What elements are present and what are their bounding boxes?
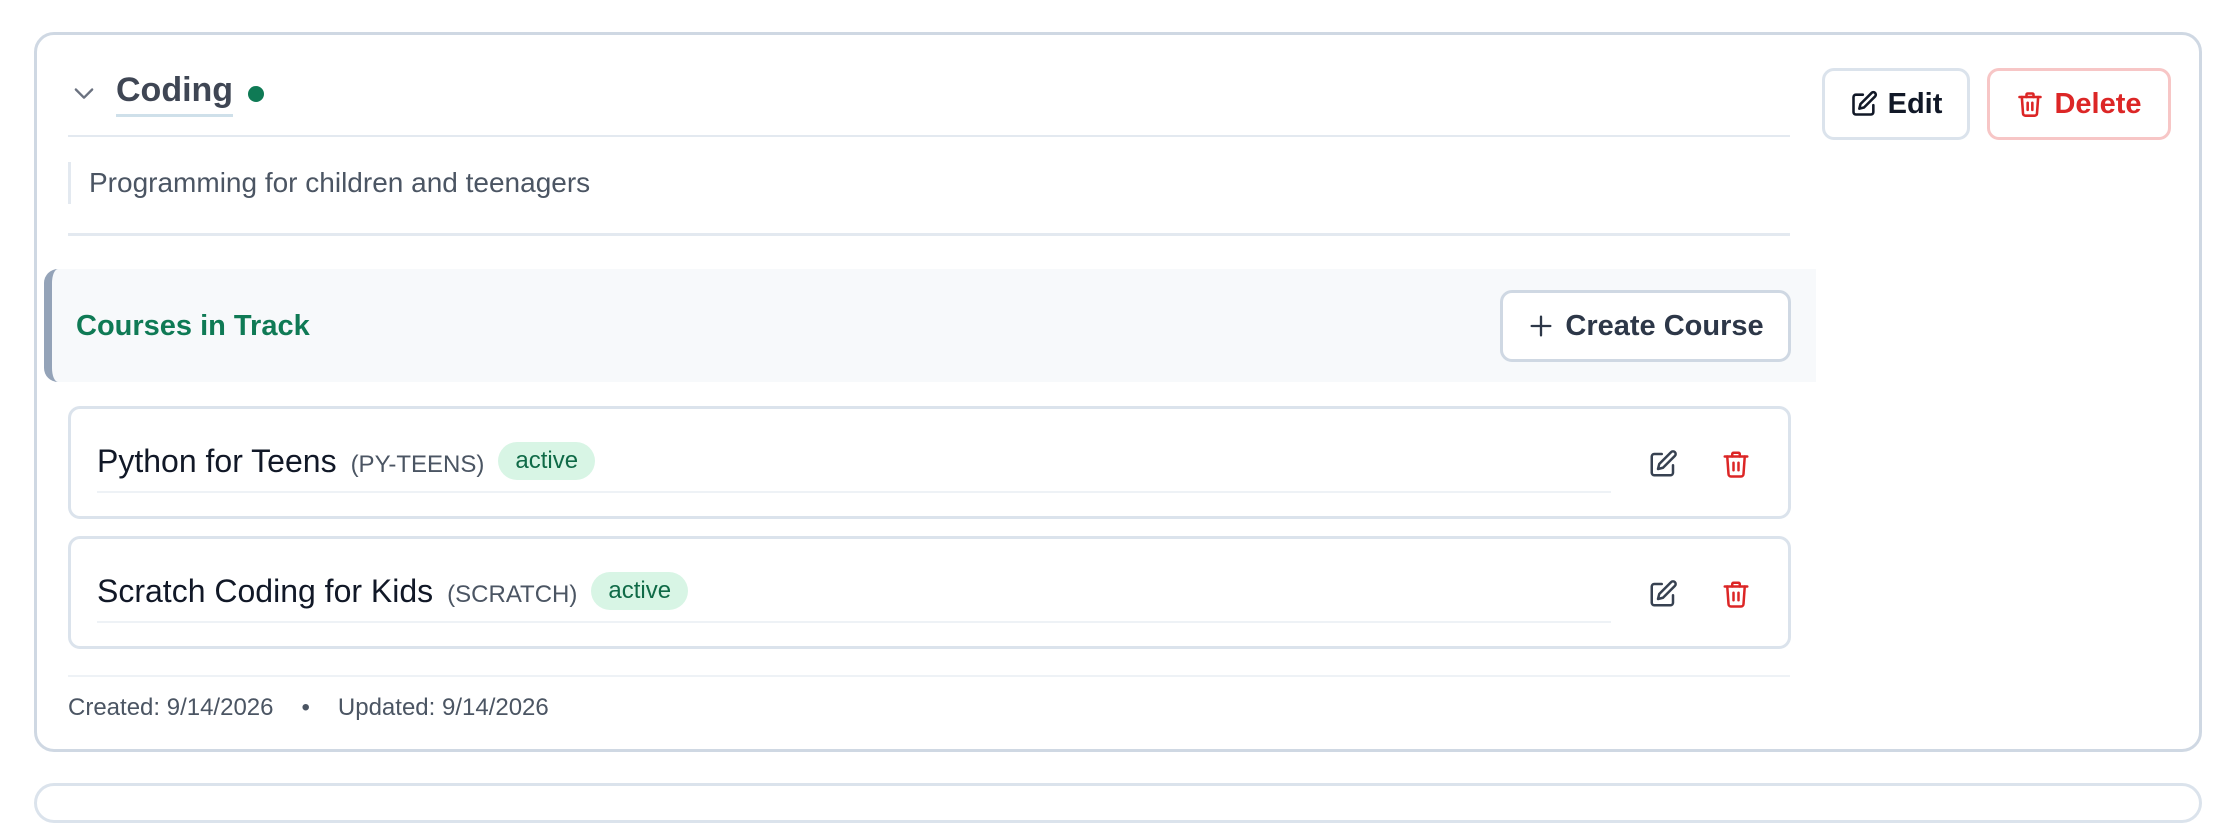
divider [97, 621, 1611, 623]
description-accent [68, 162, 71, 204]
pencil-square-icon [1851, 90, 1877, 116]
delete-track-label: Delete [2054, 87, 2142, 120]
courses-section-title: Courses in Track [76, 310, 310, 342]
plus-icon [1530, 315, 1552, 337]
course-item: Python for Teens (PY-TEENS) active [68, 406, 1791, 519]
track-description: Programming for children and teenagers [89, 167, 591, 198]
status-badge: active [591, 572, 689, 610]
trash-icon[interactable] [1721, 449, 1751, 479]
meta-separator: • [301, 694, 310, 721]
track-title[interactable]: Coding [116, 70, 234, 117]
pencil-square-icon[interactable] [1648, 449, 1678, 479]
created-date: Created: 9/14/2026 [68, 694, 274, 721]
next-track-card [34, 783, 2202, 823]
divider [97, 491, 1611, 493]
delete-track-button[interactable]: Delete [1987, 68, 2171, 140]
course-item: Scratch Coding for Kids (SCRATCH) active [68, 536, 1791, 649]
edit-track-button[interactable]: Edit [1822, 68, 1970, 140]
status-dot [248, 86, 264, 102]
edit-track-label: Edit [1887, 87, 1943, 120]
create-course-button[interactable]: Create Course [1500, 290, 1791, 362]
divider [68, 675, 1790, 677]
divider [68, 233, 1790, 236]
pencil-square-icon[interactable] [1648, 579, 1678, 609]
updated-date: Updated: 9/14/2026 [337, 694, 549, 721]
status-badge: active [498, 442, 596, 480]
track-meta: Created: 9/14/2026 • Updated: 9/14/2026 [68, 692, 549, 724]
trash-icon[interactable] [1721, 579, 1751, 609]
course-code: (SCRATCH) [447, 581, 578, 608]
chevron-down-icon[interactable] [70, 79, 98, 107]
course-code: (PY-TEENS) [350, 451, 485, 478]
course-name[interactable]: Python for Teens [97, 443, 337, 479]
create-course-label: Create Course [1565, 309, 1764, 342]
trash-icon [2018, 92, 2043, 117]
course-name[interactable]: Scratch Coding for Kids [97, 573, 433, 609]
divider [68, 135, 1790, 137]
